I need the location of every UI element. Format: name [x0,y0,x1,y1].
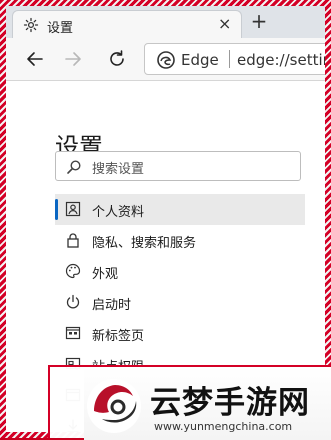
lock-icon [67,233,79,248]
nav-item-new-tab[interactable]: 新标签页 [55,318,305,349]
search-placeholder: 搜索设置 [92,162,145,177]
address-toolbar: Edge edge://settings [6,38,325,81]
nav-item-label: 新标签页 [92,329,145,344]
profile-icon [65,201,81,217]
watermark-brand: 云梦手游网 [150,385,310,421]
nav-item-label: 启动时 [92,298,132,313]
watermark-banner: 云梦手游网 www.yunmengchina.com [48,365,331,440]
nav-item-startup[interactable]: 启动时 [55,287,305,318]
edge-logo-icon [157,51,175,69]
search-settings-input[interactable]: 搜索设置 [55,151,301,181]
watermark-logo-icon [87,379,141,433]
watermark-domain: www.yunmengchina.com [154,420,293,433]
nav-item-label: 个人资料 [92,205,145,220]
refresh-icon[interactable] [106,48,128,70]
address-bar[interactable]: Edge edge://settings [144,43,325,75]
nav-item-privacy[interactable]: 隐私、搜索和服务 [55,225,305,256]
nav-item-label: 外观 [92,267,119,282]
nav-item-profiles[interactable]: 个人资料 [55,194,305,225]
tab-settings[interactable]: 设置 × [12,10,242,38]
newtab-icon [65,326,81,340]
search-icon [67,160,81,174]
gear-icon [23,17,39,33]
power-icon [66,294,80,309]
palette-icon [65,263,81,279]
divider [229,50,230,68]
close-tab-button[interactable]: × [218,16,231,32]
tab-title: 设置 [47,21,74,36]
back-icon[interactable] [24,48,46,70]
nav-item-appearance[interactable]: 外观 [55,256,305,287]
new-tab-button[interactable]: + [246,10,272,34]
site-label: Edge [181,51,219,69]
nav-item-label: 隐私、搜索和服务 [92,236,197,251]
tab-strip: 设置 × + [6,6,325,38]
url-text[interactable]: edge://settings [237,51,325,69]
forward-icon[interactable] [62,48,84,70]
